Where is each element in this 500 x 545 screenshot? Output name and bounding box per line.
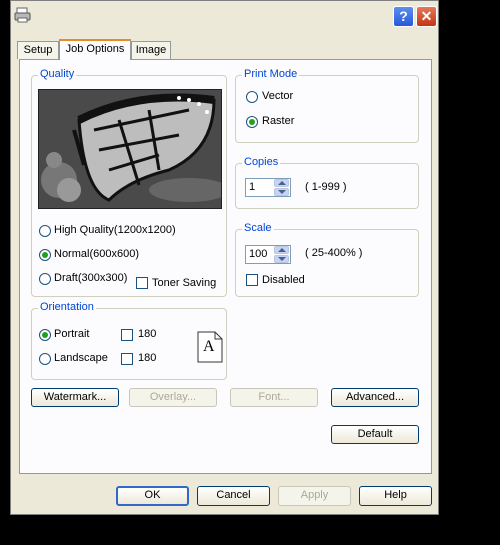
portrait-180-checkbox[interactable]: [121, 329, 133, 341]
draft-quality-label: Draft(300x300): [54, 272, 128, 284]
cancel-button[interactable]: Cancel: [197, 486, 270, 506]
portrait-label: Portrait: [54, 328, 90, 340]
advanced-button[interactable]: Advanced...: [331, 388, 419, 407]
help-button[interactable]: Help: [359, 486, 432, 506]
copies-value: 1: [249, 181, 256, 193]
vector-label: Vector: [262, 90, 294, 102]
copies-range: ( 1-999 ): [305, 181, 347, 193]
watermark-button[interactable]: Watermark...: [31, 388, 119, 407]
scale-spin-down[interactable]: [274, 255, 289, 263]
ok-button[interactable]: OK: [116, 486, 189, 506]
landscape-180-checkbox[interactable]: [121, 353, 133, 365]
print-mode-legend: Print Mode: [242, 68, 300, 80]
scale-disabled-label: Disabled: [262, 274, 305, 286]
scale-spin-up[interactable]: [274, 246, 289, 254]
printer-properties-dialog: ? ✕ Setup Job Options Image Quality High…: [10, 0, 439, 515]
default-button[interactable]: Default: [331, 425, 419, 444]
high-quality-label: High Quality(1200x1200): [54, 224, 176, 236]
print-mode-group: Print Mode: [235, 68, 419, 143]
tab-job-options[interactable]: Job Options: [59, 39, 131, 60]
landscape-radio[interactable]: [39, 353, 51, 365]
scale-legend: Scale: [242, 222, 274, 234]
portrait-180-label: 180: [138, 328, 157, 340]
portrait-radio[interactable]: [39, 329, 51, 341]
tab-image[interactable]: Image: [131, 41, 171, 59]
quality-legend: Quality: [38, 68, 77, 80]
normal-quality-radio[interactable]: [39, 249, 51, 261]
toner-saving-label: Toner Saving: [152, 277, 217, 289]
apply-button[interactable]: Apply: [278, 486, 351, 506]
copies-spin-up[interactable]: [274, 179, 289, 187]
page-orientation-icon: A: [197, 331, 223, 363]
toner-saving-checkbox[interactable]: [136, 277, 148, 289]
overlay-button[interactable]: Overlay...: [129, 388, 217, 407]
title-bar: ? ✕: [11, 1, 438, 31]
vector-radio[interactable]: [246, 91, 258, 103]
close-button[interactable]: ✕: [416, 6, 437, 27]
help-title-button[interactable]: ?: [393, 6, 414, 27]
scale-value: 100: [249, 248, 268, 260]
raster-radio[interactable]: [246, 116, 258, 128]
butterfly-image: [39, 90, 221, 208]
page-letter: A: [203, 338, 215, 355]
quality-preview-image: [38, 89, 222, 209]
orientation-legend: Orientation: [38, 301, 96, 313]
high-quality-radio[interactable]: [39, 225, 51, 237]
tab-setup[interactable]: Setup: [17, 41, 59, 59]
printer-icon: [14, 7, 31, 23]
font-button[interactable]: Font...: [230, 388, 318, 407]
copies-legend: Copies: [242, 156, 281, 168]
scale-range: ( 25-400% ): [305, 247, 363, 259]
normal-quality-label: Normal(600x600): [54, 248, 139, 260]
draft-quality-radio[interactable]: [39, 273, 51, 285]
raster-label: Raster: [262, 115, 295, 127]
copies-spin-down[interactable]: [274, 188, 289, 196]
landscape-label: Landscape: [54, 352, 108, 364]
landscape-180-label: 180: [138, 352, 157, 364]
scale-disabled-checkbox[interactable]: [246, 274, 258, 286]
